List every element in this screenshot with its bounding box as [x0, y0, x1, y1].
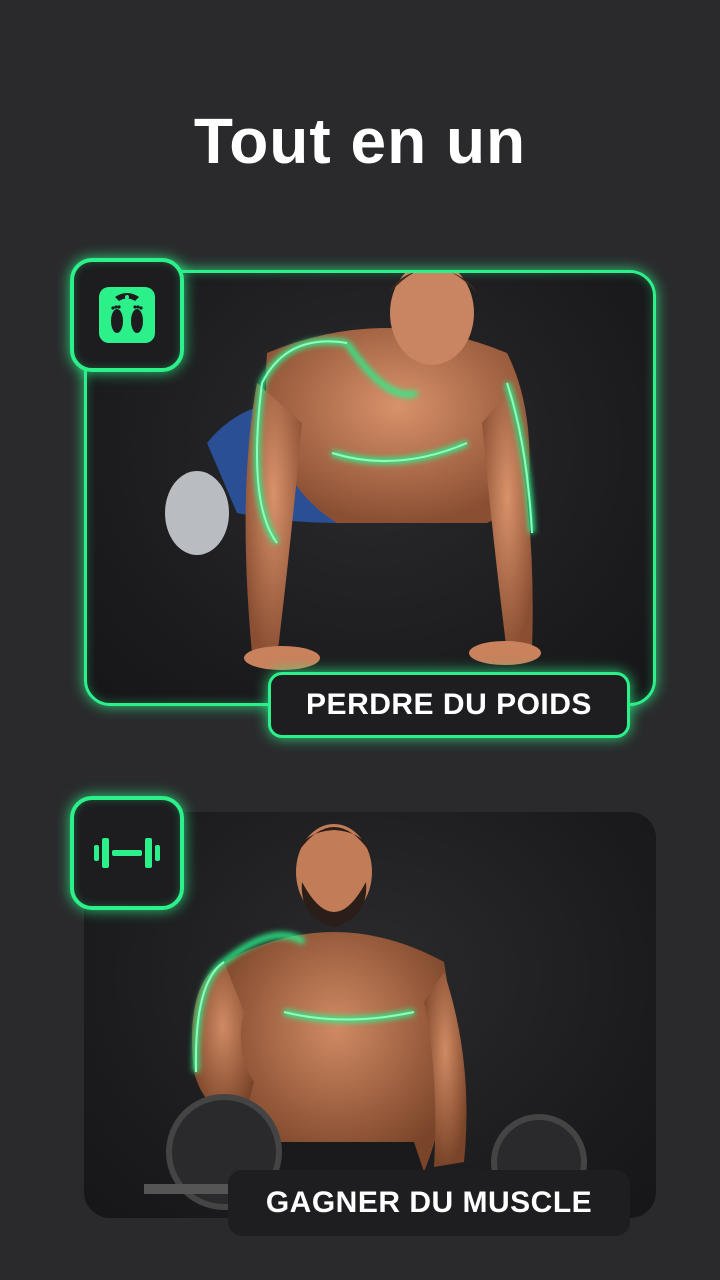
- page-title: Tout en un: [193, 105, 527, 177]
- scale-icon-button[interactable]: [70, 258, 184, 372]
- dumbbell-icon-button[interactable]: [70, 796, 184, 910]
- goal-label-lose-weight[interactable]: PERDRE DU POIDS: [268, 672, 630, 738]
- dumbbell-icon: [94, 838, 160, 868]
- scale-icon: [99, 287, 155, 343]
- goal-label-gain-muscle[interactable]: GAGNER DU MUSCLE: [228, 1170, 630, 1236]
